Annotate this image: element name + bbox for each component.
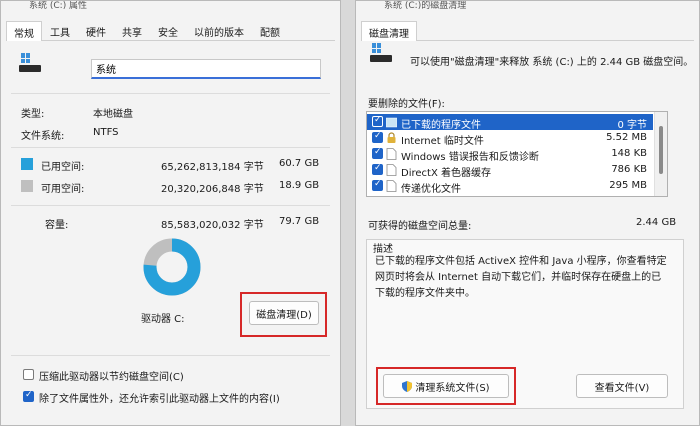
file-name: Internet 临时文件 xyxy=(401,136,484,147)
free-space-gb: 18.9 GB xyxy=(279,180,320,191)
list-item[interactable]: Internet 临时文件 5.52 MB xyxy=(367,130,653,147)
type-label: 类型: xyxy=(21,109,45,120)
window-title: 系统 (C:) 属性 xyxy=(1,1,340,13)
properties-tabs: 常规 工具 硬件 共享 安全 以前的版本 配额 xyxy=(6,20,335,41)
drive-properties-window: 系统 (C:) 属性 常规 工具 硬件 共享 安全 以前的版本 配额 类型: 本… xyxy=(0,0,341,426)
free-space-label: 可用空间: xyxy=(41,184,85,195)
tab-security[interactable]: 安全 xyxy=(150,20,186,40)
list-item[interactable]: 传递优化文件 295 MB xyxy=(367,178,653,195)
file-size: 5.52 MB xyxy=(606,132,647,143)
file-name: DirectX 着色器缓存 xyxy=(401,168,491,179)
drive-letter-label: 驱动器 C: xyxy=(141,314,185,325)
file-checkbox[interactable] xyxy=(372,115,383,127)
files-to-delete-label: 要删除的文件(F): xyxy=(368,99,445,110)
file-checkbox[interactable] xyxy=(372,179,383,191)
listbox-scrollbar[interactable] xyxy=(654,112,667,196)
scrollbar-thumb[interactable] xyxy=(659,126,663,174)
used-space-bytes: 65,262,813,184 字节 xyxy=(161,162,264,173)
list-item[interactable]: DirectX 着色器缓存 786 KB xyxy=(367,162,653,179)
compress-label: 压缩此驱动器以节约磁盘空间(C) xyxy=(39,372,184,383)
file-size: 295 MB xyxy=(609,180,647,191)
description-text: 已下载的程序文件包括 ActiveX 控件和 Java 小程序，你查看特定网页时… xyxy=(375,256,667,299)
disk-cleanup-window: 系统 (C:)的磁盘清理 磁盘清理 可以使用"磁盘清理"来释放 系统 (C:) … xyxy=(355,0,700,426)
file-name: 传递优化文件 xyxy=(401,184,461,195)
cleanup-intro-text: 可以使用"磁盘清理"来释放 系统 (C:) 上的 2.44 GB 磁盘空间。 xyxy=(410,57,694,68)
file-size: 0 字节 xyxy=(617,120,647,131)
view-files-button[interactable]: 查看文件(V) xyxy=(576,374,668,398)
clean-system-files-label: 清理系统文件(S) xyxy=(415,382,490,394)
capacity-bytes: 85,583,020,032 字节 xyxy=(161,220,264,231)
drive-icon xyxy=(19,53,41,73)
file-checkbox[interactable] xyxy=(372,131,383,143)
cleanup-tabs: 磁盘清理 xyxy=(361,20,694,41)
used-space-swatch xyxy=(21,158,33,170)
tab-quota[interactable]: 配额 xyxy=(252,20,288,40)
compress-checkbox[interactable] xyxy=(23,369,34,380)
file-icon xyxy=(386,180,397,192)
file-checkbox[interactable] xyxy=(372,147,383,159)
file-size: 148 KB xyxy=(611,148,647,159)
tab-hardware[interactable]: 硬件 xyxy=(78,20,114,40)
filesystem-value: NTFS xyxy=(93,127,119,138)
index-checkbox[interactable] xyxy=(23,390,34,402)
list-item[interactable]: 已下载的程序文件 0 字节 xyxy=(367,114,653,131)
disk-cleanup-button[interactable]: 磁盘清理(D) xyxy=(249,301,319,325)
description-title: 描述 xyxy=(373,244,393,255)
file-name: Windows 错误报告和反馈诊断 xyxy=(401,152,539,163)
separator xyxy=(11,93,330,94)
file-icon xyxy=(386,164,397,176)
filesystem-label: 文件系统: xyxy=(21,131,65,142)
free-space-bytes: 20,320,206,848 字节 xyxy=(161,184,264,195)
tab-general[interactable]: 常规 xyxy=(6,21,42,41)
file-checkbox[interactable] xyxy=(372,163,383,175)
tab-disk-cleanup[interactable]: 磁盘清理 xyxy=(361,21,417,41)
list-item[interactable]: Windows 错误报告和反馈诊断 148 KB xyxy=(367,146,653,163)
folder-icon xyxy=(386,117,397,128)
file-name: 已下载的程序文件 xyxy=(401,120,481,131)
tab-tools[interactable]: 工具 xyxy=(42,20,78,40)
capacity-label: 容量: xyxy=(45,220,69,231)
free-space-swatch xyxy=(21,180,33,192)
total-space-value: 2.44 GB xyxy=(636,217,677,228)
used-space-gb: 60.7 GB xyxy=(279,158,320,169)
usage-donut-chart xyxy=(143,238,201,296)
drive-name-input[interactable] xyxy=(91,59,321,79)
clean-system-files-button[interactable]: 清理系统文件(S) xyxy=(383,374,509,398)
tab-previous-versions[interactable]: 以前的版本 xyxy=(186,20,252,40)
window-title: 系统 (C:)的磁盘清理 xyxy=(356,1,699,13)
shield-icon xyxy=(402,380,413,392)
drive-icon xyxy=(370,43,392,63)
capacity-gb: 79.7 GB xyxy=(279,216,320,227)
separator xyxy=(11,147,330,148)
lock-icon xyxy=(387,132,396,143)
type-value: 本地磁盘 xyxy=(93,109,133,120)
separator xyxy=(11,355,330,356)
file-icon xyxy=(386,148,397,160)
used-space-label: 已用空间: xyxy=(41,162,85,173)
index-label: 除了文件属性外，还允许索引此驱动器上文件的内容(I) xyxy=(39,394,280,405)
total-space-label: 可获得的磁盘空间总量: xyxy=(368,221,472,232)
file-size: 786 KB xyxy=(611,164,647,175)
separator xyxy=(11,205,330,206)
files-listbox[interactable]: 已下载的程序文件 0 字节 Internet 临时文件 5.52 MB Wind… xyxy=(366,111,668,197)
tab-sharing[interactable]: 共享 xyxy=(114,20,150,40)
